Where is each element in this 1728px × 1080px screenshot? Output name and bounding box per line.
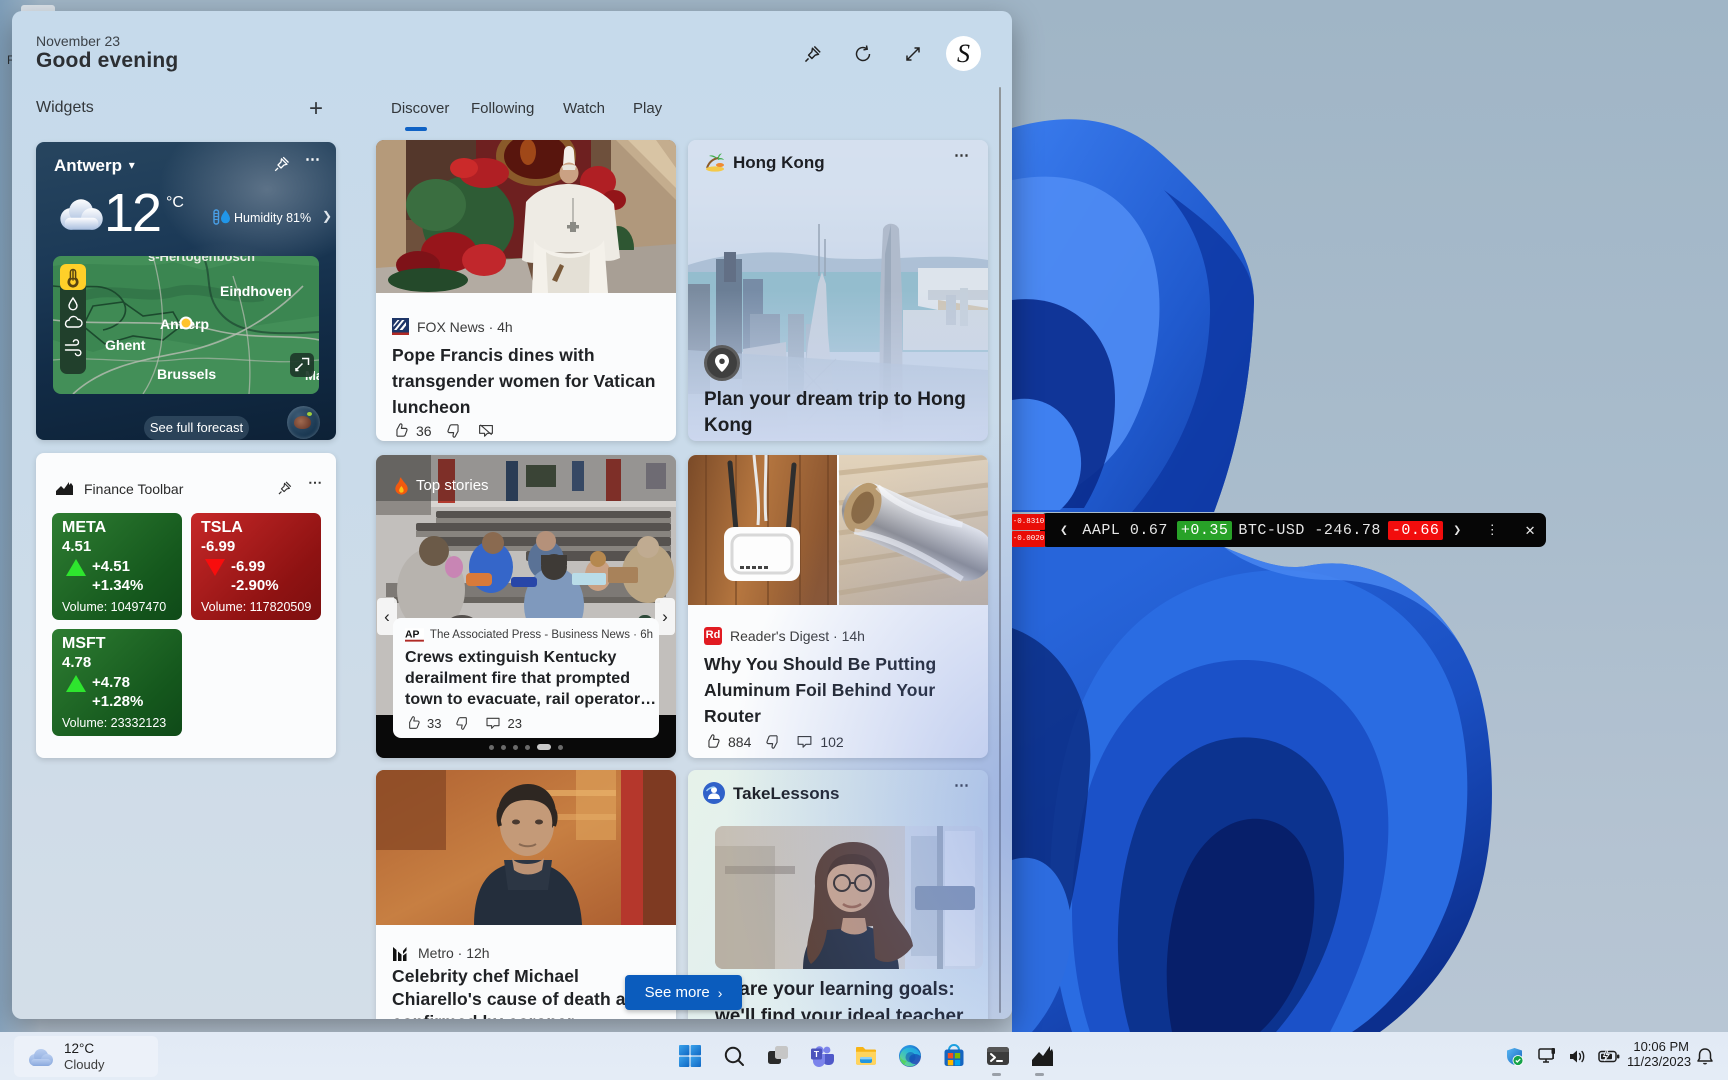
svg-text:T: T: [814, 1049, 820, 1059]
svg-text:Brussels: Brussels: [157, 366, 216, 382]
svg-text:Eindhoven: Eindhoven: [220, 283, 292, 299]
svg-text:Ghent: Ghent: [105, 337, 146, 353]
svg-text:s-Hertogenbosch: s-Hertogenbosch: [148, 256, 255, 264]
svg-text:AP: AP: [405, 629, 420, 640]
